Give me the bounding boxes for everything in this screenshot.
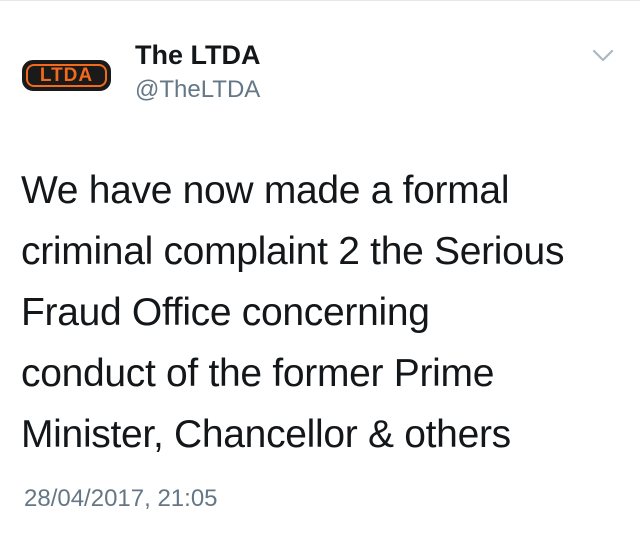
ltda-logo: LTDA: [22, 59, 111, 91]
display-name[interactable]: The LTDA: [135, 39, 260, 71]
logo-text: LTDA: [26, 63, 107, 87]
chevron-down-icon[interactable]: [592, 48, 614, 64]
tweet-text-line: Minister, Chancellor & others: [21, 413, 511, 456]
avatar[interactable]: LTDA: [21, 56, 112, 94]
tweet-text-line: conduct of the former Prime: [21, 352, 495, 395]
tweet-text: We have now made a formal criminal compl…: [21, 160, 626, 465]
tweet-text-line: We have now made a formal: [21, 169, 510, 212]
tweet-header: LTDA The LTDA @TheLTDA: [0, 0, 640, 120]
tweet-text-line: Fraud Office concerning: [21, 291, 430, 334]
tweet-text-line: criminal complaint 2 the Serious: [21, 230, 565, 273]
user-handle[interactable]: @TheLTDA: [135, 76, 260, 104]
tweet-timestamp[interactable]: 28/04/2017, 21:05: [24, 484, 218, 514]
